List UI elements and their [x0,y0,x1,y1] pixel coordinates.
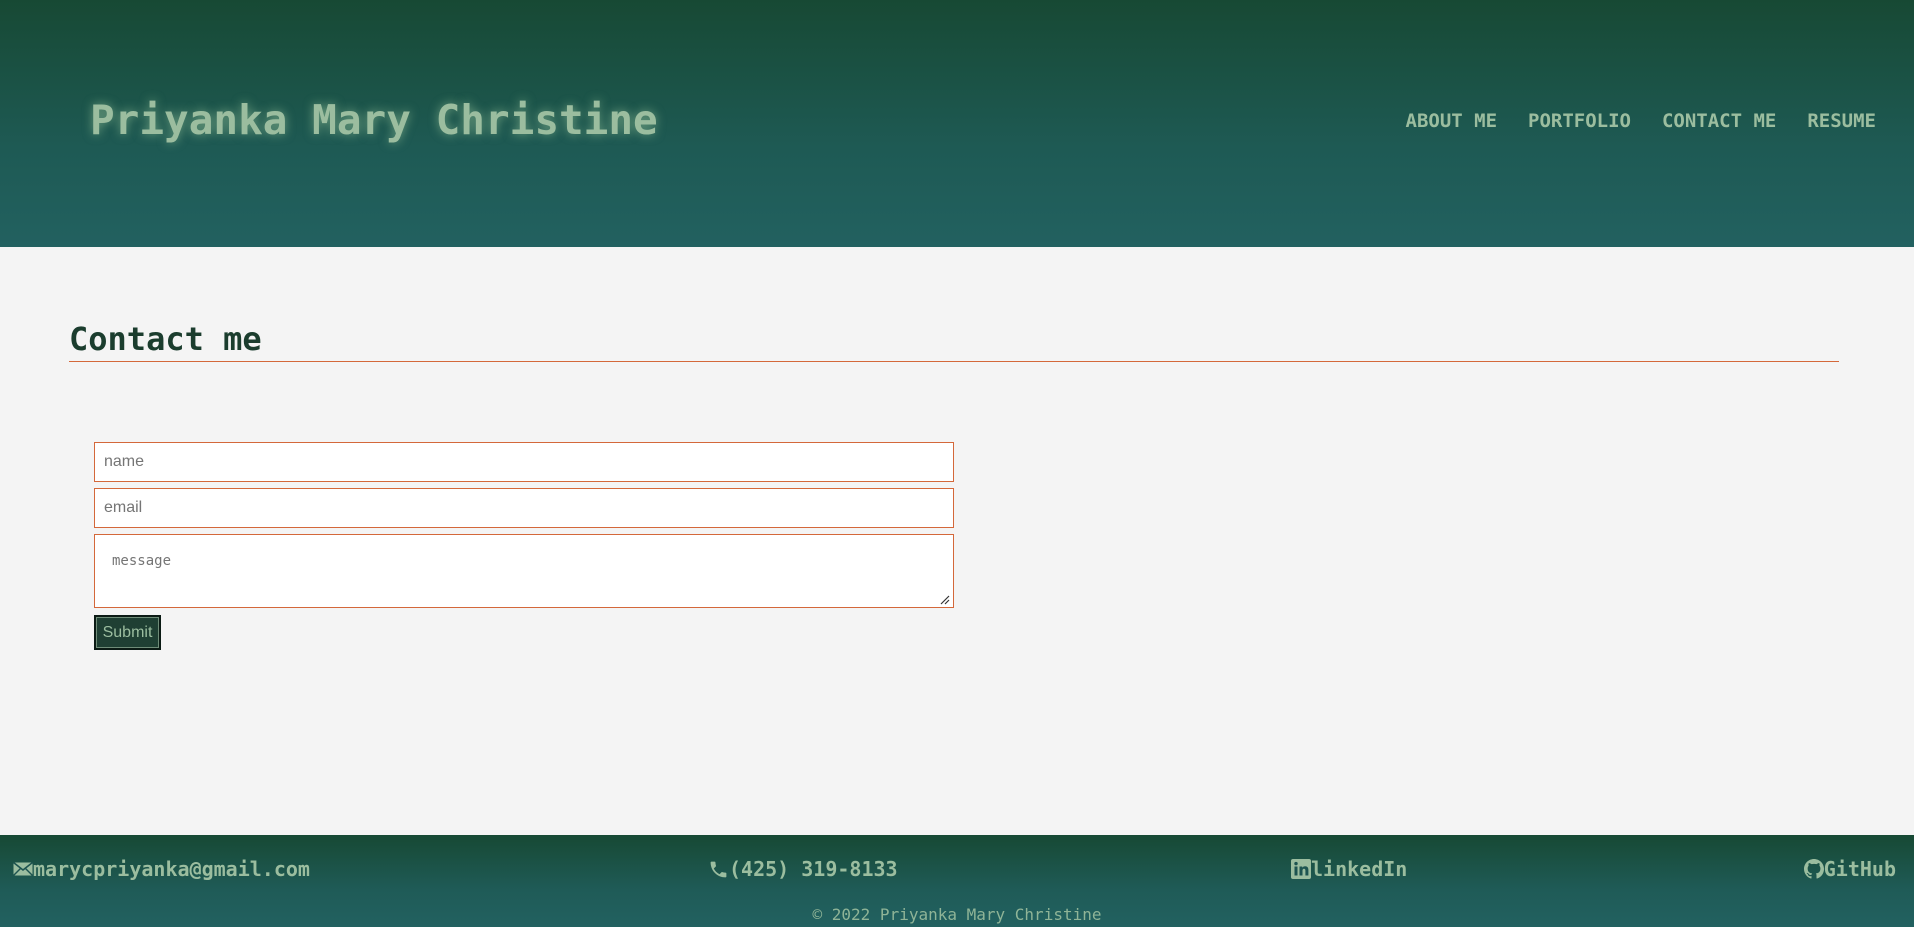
submit-button[interactable]: Submit [94,615,161,650]
footer-linkedin-link[interactable]: linkedIn [1291,857,1407,881]
envelope-icon [13,862,33,876]
nav-portfolio[interactable]: PORTFOLIO [1528,110,1631,132]
footer-phone-link[interactable]: (425) 319-8133 [708,857,898,881]
main-nav: ABOUT ME PORTFOLIO CONTACT ME RESUME [1406,110,1877,132]
nav-contact-me[interactable]: CONTACT ME [1662,110,1776,132]
site-title: Priyanka Mary Christine [90,96,658,144]
linkedin-icon [1291,859,1311,879]
phone-icon [710,861,727,877]
nav-resume[interactable]: RESUME [1807,110,1876,132]
github-icon [1803,859,1824,879]
footer-github-link[interactable]: GitHub [1803,857,1896,881]
nav-about-me[interactable]: ABOUT ME [1406,110,1498,132]
site-header: Priyanka Mary Christine ABOUT ME PORTFOL… [0,0,1914,247]
footer-email-text: marycpriyanka@gmail.com [33,857,310,881]
section-divider [69,361,1839,362]
message-textarea[interactable] [94,534,954,608]
footer-linkedin-text: linkedIn [1311,857,1408,881]
copyright-text: © 2022 Priyanka Mary Christine [812,905,1102,924]
footer-phone-text: (425) 319-8133 [729,857,898,881]
footer-github-text: GitHub [1823,857,1896,881]
footer-email-link[interactable]: marycpriyanka@gmail.com [13,857,310,881]
name-input[interactable] [94,442,954,482]
email-input[interactable] [94,488,954,528]
site-footer: marycpriyanka@gmail.com (425) 319-8133 l… [0,835,1914,927]
resize-handle-icon[interactable] [939,594,950,605]
section-title: Contact me [69,320,262,358]
